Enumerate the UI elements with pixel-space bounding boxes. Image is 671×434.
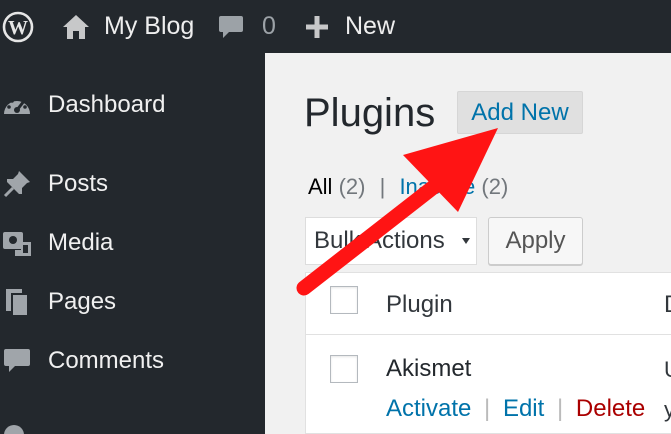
new-label: New bbox=[345, 12, 396, 40]
site-name: My Blog bbox=[104, 12, 195, 40]
new-content-link[interactable]: New bbox=[305, 0, 395, 53]
admin-bar: W My Blog 0 New bbox=[0, 0, 671, 53]
chevron-down-icon bbox=[462, 238, 470, 244]
sidebar-item-pages[interactable]: Pages bbox=[0, 277, 265, 327]
media-camera-icon bbox=[0, 226, 34, 260]
filter-all-count: (2) bbox=[338, 174, 366, 199]
sidebar-item-label: Dashboard bbox=[48, 91, 166, 118]
pages-icon bbox=[0, 285, 34, 319]
plugin-description-fragment: U bbox=[664, 357, 671, 383]
comments-count: 0 bbox=[262, 12, 276, 40]
delete-link[interactable]: Delete bbox=[576, 395, 645, 422]
row-actions: Activate | Edit | Delete bbox=[386, 395, 645, 423]
filter-all[interactable]: All bbox=[308, 174, 332, 199]
page-title: Plugins bbox=[304, 91, 436, 135]
column-header-description[interactable]: D bbox=[664, 291, 671, 319]
sidebar-item-label: Media bbox=[48, 229, 114, 256]
sidebar-item-posts[interactable]: Posts bbox=[0, 159, 265, 209]
table-header-row: Plugin D bbox=[306, 273, 671, 335]
plus-icon bbox=[305, 15, 329, 39]
comments-link[interactable]: 0 bbox=[218, 0, 276, 53]
column-header-plugin[interactable]: Plugin bbox=[386, 291, 453, 319]
row-checkbox[interactable] bbox=[330, 355, 358, 383]
sidebar-item-comments[interactable]: Comments bbox=[0, 336, 265, 386]
activate-link[interactable]: Activate bbox=[386, 395, 471, 422]
plugin-status-filters: All (2) | Inactive (2) bbox=[308, 174, 508, 200]
filter-inactive[interactable]: Inactive bbox=[399, 174, 475, 199]
action-separator: | bbox=[484, 395, 491, 422]
site-name-link[interactable]: My Blog bbox=[62, 0, 194, 53]
wordpress-logo-icon: W bbox=[2, 11, 34, 43]
plugins-table: Plugin D Akismet Activate | Edit | Delet… bbox=[305, 272, 671, 434]
filter-inactive-count: (2) bbox=[481, 174, 509, 199]
sidebar-item-label: Posts bbox=[48, 170, 109, 197]
pushpin-icon bbox=[0, 167, 34, 201]
plugin-name: Akismet bbox=[386, 355, 472, 382]
select-all-checkbox[interactable] bbox=[330, 286, 358, 314]
action-separator: | bbox=[556, 395, 564, 422]
comment-bubble-icon bbox=[0, 344, 34, 378]
home-icon bbox=[62, 14, 90, 40]
plugin-description-fragment: y bbox=[664, 397, 671, 422]
edit-link[interactable]: Edit bbox=[503, 395, 544, 422]
add-new-button[interactable]: Add New bbox=[457, 91, 583, 134]
sidebar-item-label: Comments bbox=[48, 347, 165, 374]
bulk-actions-select[interactable]: Bulk Actions bbox=[305, 217, 477, 265]
svg-text:W: W bbox=[8, 17, 28, 39]
sidebar-item-media[interactable]: Media bbox=[0, 218, 265, 268]
admin-sidebar: Dashboard Posts Media Pages Comments bbox=[0, 53, 265, 434]
sidebar-item-label: Pages bbox=[48, 288, 117, 315]
wp-logo-button[interactable]: W bbox=[0, 0, 36, 53]
sidebar-next-item-icon bbox=[0, 421, 34, 434]
filter-separator: | bbox=[379, 174, 386, 199]
dashboard-gauge-icon bbox=[0, 88, 34, 122]
apply-button[interactable]: Apply bbox=[488, 217, 583, 265]
bulk-actions-value: Bulk Actions bbox=[314, 227, 445, 254]
sidebar-item-dashboard[interactable]: Dashboard bbox=[0, 80, 265, 130]
comment-bubble-icon bbox=[218, 14, 244, 40]
